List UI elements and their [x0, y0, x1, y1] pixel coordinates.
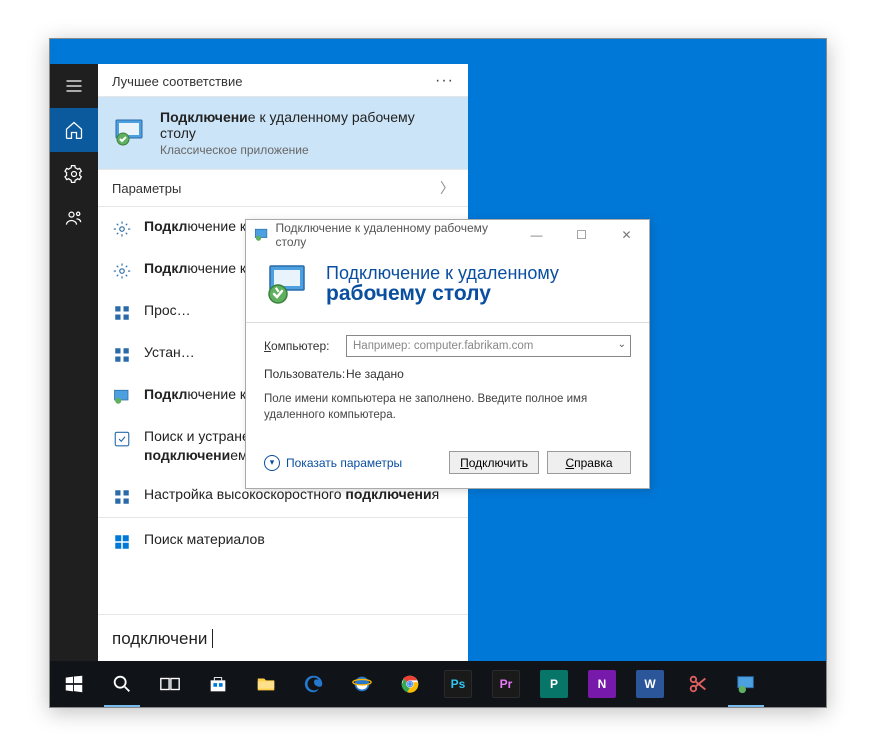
chrome-icon [399, 673, 421, 695]
settings-icon [112, 261, 132, 281]
scissors-icon [687, 673, 709, 695]
chevron-right-icon: 〉 [440, 178, 454, 198]
rdp-note: Поле имени компьютера не заполнено. Введ… [264, 391, 631, 423]
user-value: Не задано [346, 367, 404, 381]
rail-settings[interactable] [50, 152, 98, 196]
combo-placeholder: Например: computer.fabrikam.com [353, 340, 533, 352]
ie-taskbar[interactable] [338, 661, 386, 707]
window-controls: — ☐ ✕ [514, 220, 649, 250]
folder-icon [255, 673, 277, 695]
edge-icon [303, 673, 325, 695]
search-button[interactable] [98, 661, 146, 707]
snip-taskbar[interactable] [674, 661, 722, 707]
network-icon [112, 345, 132, 365]
rdp-titlebar[interactable]: Подключение к удаленному рабочему столу … [246, 220, 649, 250]
network-icon [112, 303, 132, 323]
parameters-label: Параметры [112, 181, 181, 196]
ps-taskbar[interactable]: Ps [434, 661, 482, 707]
store-taskbar[interactable] [194, 661, 242, 707]
best-match-subtitle: Классическое приложение [160, 143, 454, 157]
rdp-window-title: Подключение к удаленному рабочему столу [275, 221, 514, 249]
rdp-app-icon [112, 115, 148, 151]
gear-icon [64, 164, 84, 184]
minimize-button[interactable]: — [514, 220, 559, 250]
explorer-taskbar[interactable] [242, 661, 290, 707]
start-rail [50, 64, 98, 663]
best-match-header: Лучшее соответствие ··· [98, 64, 468, 97]
rdp-header: Подключение к удаленному рабочему столу [246, 250, 649, 322]
rdp-big-icon [264, 260, 312, 308]
search-input[interactable]: подключени [98, 614, 468, 663]
close-button[interactable]: ✕ [604, 220, 649, 250]
store-icon [207, 673, 229, 695]
best-match-item[interactable]: Подключение к удаленному рабочему столу … [98, 97, 468, 170]
search-icon [111, 673, 133, 695]
rdp-taskbar[interactable] [722, 661, 770, 707]
troubleshoot-icon [112, 429, 132, 449]
home-icon [64, 120, 84, 140]
rail-home[interactable] [50, 108, 98, 152]
computer-combo[interactable]: Например: computer.fabrikam.com ⌄ [346, 335, 631, 357]
connect-button[interactable]: Подключить [449, 451, 539, 474]
taskview-button[interactable] [146, 661, 194, 707]
rdp-heading-1: Подключение к удаленному [326, 263, 559, 284]
show-options-link[interactable]: ▾ Показать параметры [264, 455, 402, 471]
maximize-button[interactable]: ☐ [559, 220, 604, 250]
rdp-taskbar-icon [735, 673, 757, 695]
hamburger-icon [64, 76, 84, 96]
rail-menu[interactable] [50, 64, 98, 108]
windows-icon [63, 673, 85, 695]
more-icon[interactable]: ··· [435, 72, 454, 90]
taskbar: Ps Pr P N W [50, 661, 826, 707]
onenote-taskbar[interactable]: N [578, 661, 626, 707]
start-button[interactable] [50, 661, 98, 707]
edge-taskbar[interactable] [290, 661, 338, 707]
chevron-down-icon: ⌄ [618, 339, 626, 350]
rdp-title-icon [254, 227, 269, 243]
settings-icon [112, 219, 132, 239]
ie-icon [351, 673, 373, 695]
desktop: Лучшее соответствие ··· Подключение к уд… [49, 38, 827, 708]
rdp-icon [112, 387, 132, 407]
word-taskbar[interactable]: W [626, 661, 674, 707]
people-icon [64, 208, 84, 228]
rdp-dialog: Подключение к удаленному рабочему столу … [245, 219, 650, 489]
help-button[interactable]: Справка [547, 451, 631, 474]
rdp-heading-2: рабочему столу [326, 282, 559, 306]
network-icon [112, 487, 132, 507]
pr-taskbar[interactable]: Pr [482, 661, 530, 707]
rdp-footer: ▾ Показать параметры Подключить Справка [246, 443, 649, 488]
best-match-title: Подключение к удаленному рабочему столу [160, 109, 454, 141]
chrome-taskbar[interactable] [386, 661, 434, 707]
best-match-label: Лучшее соответствие [112, 74, 242, 89]
publisher-taskbar[interactable]: P [530, 661, 578, 707]
text-caret [207, 629, 213, 648]
expand-down-icon: ▾ [264, 455, 280, 471]
parameters-header[interactable]: Параметры 〉 [98, 170, 468, 207]
computer-label: Компьютер: [264, 339, 346, 353]
taskview-icon [159, 673, 181, 695]
rdp-body: Компьютер: Например: computer.fabrikam.c… [246, 323, 649, 443]
rail-people[interactable] [50, 196, 98, 240]
user-label: Пользователь: [264, 367, 346, 381]
store-search-item[interactable]: Поиск материалов [98, 517, 468, 564]
store-icon [112, 532, 132, 552]
